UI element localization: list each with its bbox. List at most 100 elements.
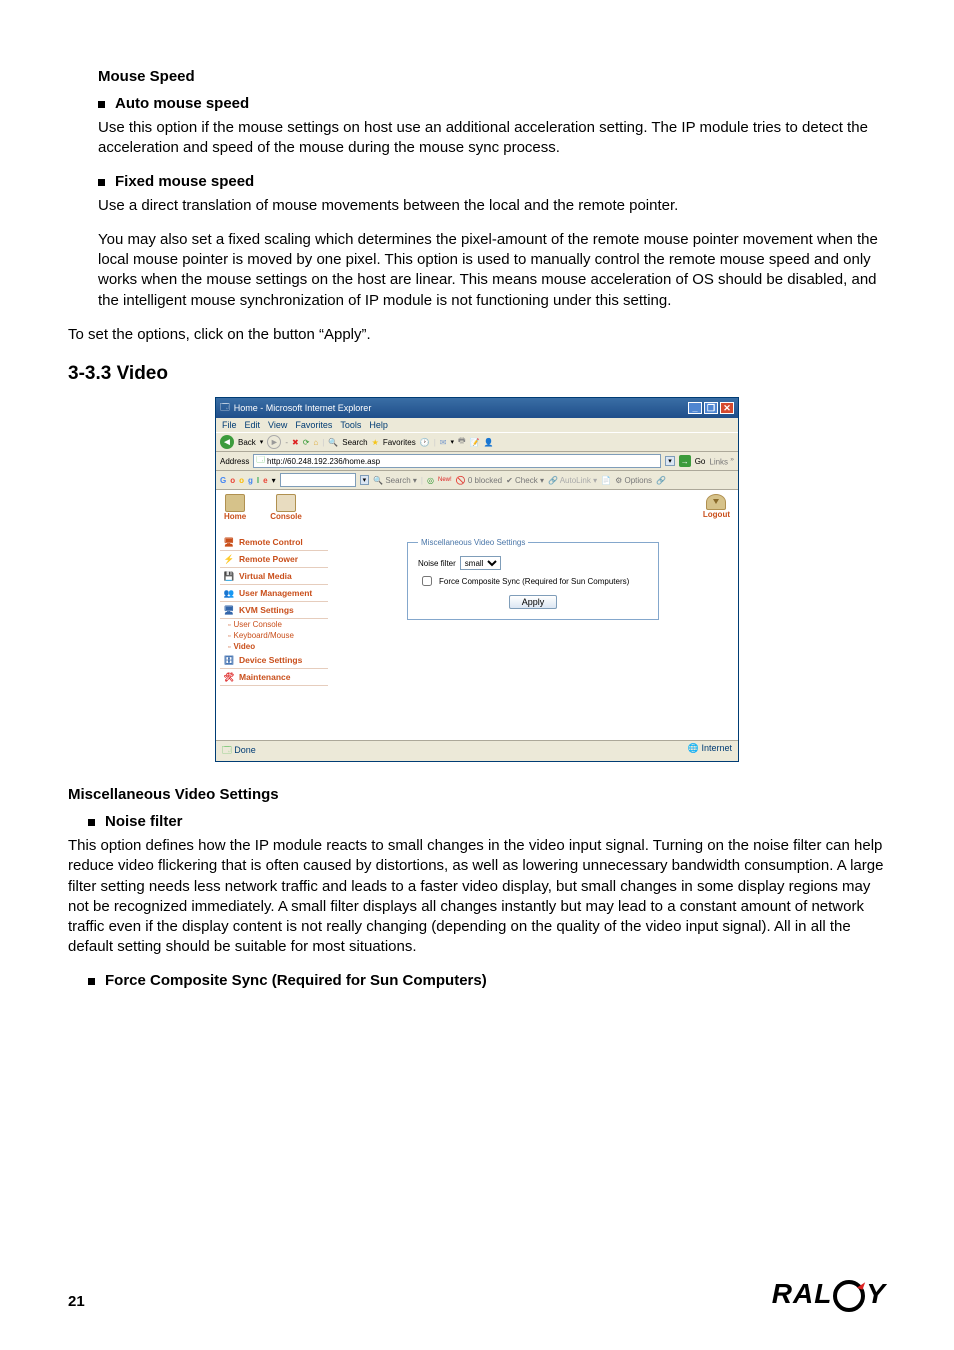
go-button[interactable]: →	[679, 455, 691, 467]
favorites-label[interactable]: Favorites	[383, 438, 416, 447]
disk-icon: 💾	[222, 570, 236, 582]
back-label[interactable]: Back	[238, 438, 256, 447]
logout-icon	[706, 494, 726, 510]
video-section-heading: 3-3.3 Video	[68, 363, 886, 385]
menu-file[interactable]: File	[222, 420, 237, 430]
sidebar-item-device-settings[interactable]: 🗄Device Settings	[220, 652, 328, 669]
messenger-icon[interactable]: 👤	[484, 438, 494, 447]
bullet-icon	[88, 819, 95, 826]
mouse-speed-heading: Mouse Speed	[98, 68, 886, 85]
bullet-icon	[98, 101, 105, 108]
address-label: Address	[220, 457, 249, 466]
refresh-icon[interactable]: ⟳	[303, 438, 310, 447]
google-options[interactable]: ⚙ Options	[615, 476, 652, 485]
ie-page-icon: 🗔	[220, 400, 230, 416]
force-sync-heading: Force Composite Sync (Required for Sun C…	[105, 972, 487, 989]
menu-view[interactable]: View	[268, 420, 287, 430]
apply-note: To set the options, click on the button …	[68, 325, 886, 345]
fixed-mouse-body-2: You may also set a fixed scaling which d…	[98, 230, 886, 311]
noise-filter-select[interactable]: small	[460, 556, 501, 570]
ie-menu-bar: File Edit View Favorites Tools Help	[216, 418, 738, 432]
force-sync-checkbox[interactable]	[422, 576, 432, 586]
apply-button[interactable]: Apply	[509, 595, 558, 609]
home-link[interactable]: Home	[224, 494, 246, 521]
google-autofill[interactable]: 📄	[601, 476, 611, 485]
device-icon: 🗄	[222, 654, 236, 666]
close-button[interactable]: ✕	[720, 402, 734, 414]
sidebar-item-user-management[interactable]: 👥User Management	[220, 585, 328, 602]
menu-help[interactable]: Help	[369, 420, 388, 430]
ie-title-bar: 🗔 Home - Microsoft Internet Explorer _ ❐…	[216, 398, 738, 418]
auto-mouse-heading: Auto mouse speed	[115, 95, 249, 112]
go-label[interactable]: Go	[695, 457, 706, 466]
sidebar-item-maintenance[interactable]: 🛠Maintenance	[220, 669, 328, 686]
forward-button[interactable]: ►	[267, 435, 281, 449]
google-autolink[interactable]: 🔗 AutoLink ▾	[548, 476, 597, 485]
google-search-input[interactable]	[280, 473, 356, 487]
sidebar-item-remote-power[interactable]: ⚡Remote Power	[220, 551, 328, 568]
wrench-icon: 🛠	[222, 671, 236, 683]
menu-edit[interactable]: Edit	[245, 420, 261, 430]
internet-zone-icon: 🌐	[688, 743, 699, 753]
page-number: 21	[68, 1293, 85, 1310]
ie-address-bar: Address 🗔http://60.248.192.236/home.asp …	[216, 452, 738, 471]
misc-video-fieldset: Miscellaneous Video Settings Noise filte…	[407, 538, 659, 620]
noise-filter-body: This option defines how the IP module re…	[68, 836, 886, 958]
google-search-dropdown[interactable]: ▾	[360, 475, 370, 485]
force-sync-label: Force Composite Sync (Required for Sun C…	[439, 577, 629, 586]
status-zone: Internet	[701, 743, 732, 753]
stop-icon[interactable]: ✖	[292, 438, 299, 447]
content-pane: Miscellaneous Video Settings Noise filte…	[328, 490, 738, 740]
ie-status-bar: 🗔 Done 🌐 Internet	[216, 740, 738, 761]
address-input[interactable]: 🗔http://60.248.192.236/home.asp	[253, 454, 661, 468]
sidebar-sub-video[interactable]: ▫Video	[220, 641, 328, 652]
search-label[interactable]: Search	[342, 438, 367, 447]
auto-mouse-body: Use this option if the mouse settings on…	[98, 118, 886, 159]
sidebar-item-kvm-settings[interactable]: 🖥KVM Settings	[220, 602, 328, 619]
ie-title-text: Home - Microsoft Internet Explorer	[230, 403, 686, 413]
bullet-icon	[98, 179, 105, 186]
google-pagerank-icon[interactable]: ◎	[427, 476, 434, 485]
minimize-button[interactable]: _	[688, 402, 702, 414]
menu-favorites[interactable]: Favorites	[295, 420, 332, 430]
home-icon[interactable]: ⌂	[313, 438, 318, 447]
google-blocked[interactable]: 🚫 0 blocked	[456, 476, 502, 485]
bullet-icon	[88, 978, 95, 985]
users-icon: 👥	[222, 587, 236, 599]
back-button[interactable]: ◄	[220, 435, 234, 449]
fixed-mouse-body-1: Use a direct translation of mouse moveme…	[98, 196, 886, 216]
misc-video-settings-heading: Miscellaneous Video Settings	[68, 786, 886, 803]
logo-o-icon	[833, 1280, 865, 1312]
noise-filter-label: Noise filter	[418, 559, 456, 568]
noise-filter-heading: Noise filter	[105, 813, 183, 830]
menu-tools[interactable]: Tools	[340, 420, 361, 430]
sidebar-item-virtual-media[interactable]: 💾Virtual Media	[220, 568, 328, 585]
search-icon[interactable]: 🔍	[328, 438, 338, 447]
sidebar-sub-user-console[interactable]: ▫User Console	[220, 619, 328, 630]
ie-toolbar: ◄ Back▾ ► - ✖ ⟳ ⌂ | 🔍 Search ★ Favorites…	[216, 432, 738, 452]
sidebar-item-remote-control[interactable]: 🖥Remote Control	[220, 534, 328, 551]
links-label[interactable]: Links »	[709, 456, 734, 467]
favorites-icon[interactable]: ★	[372, 438, 379, 447]
google-search-button[interactable]: 🔍 Search ▾	[373, 476, 417, 485]
google-check[interactable]: ✔ Check ▾	[506, 476, 544, 485]
kvm-icon: 🖥	[222, 604, 236, 616]
app-body: Home Console Logout 🖥Remote Control ⚡Rem…	[216, 490, 738, 740]
sidebar-sub-keyboard-mouse[interactable]: ▫Keyboard/Mouse	[220, 630, 328, 641]
edit-icon[interactable]: 📝	[470, 438, 480, 447]
done-icon: 🗔	[222, 745, 232, 755]
mail-icon[interactable]: ✉	[440, 438, 447, 447]
status-done: Done	[234, 745, 256, 755]
history-icon[interactable]: 🕑	[420, 438, 430, 447]
address-dropdown[interactable]: ▾	[665, 456, 675, 466]
sidebar: 🖥Remote Control ⚡Remote Power 💾Virtual M…	[220, 534, 328, 740]
google-link-icon[interactable]: 🔗	[656, 476, 666, 485]
logout-link[interactable]: Logout	[703, 494, 730, 521]
print-icon[interactable]: 🖶	[458, 435, 466, 449]
ie-window: 🗔 Home - Microsoft Internet Explorer _ ❐…	[215, 397, 739, 762]
console-link[interactable]: Console	[270, 494, 302, 521]
fixed-mouse-heading: Fixed mouse speed	[115, 173, 254, 190]
maximize-button[interactable]: ❐	[704, 402, 718, 414]
monitor-icon: 🖥	[222, 536, 236, 548]
raloy-logo: RALY	[772, 1278, 886, 1310]
